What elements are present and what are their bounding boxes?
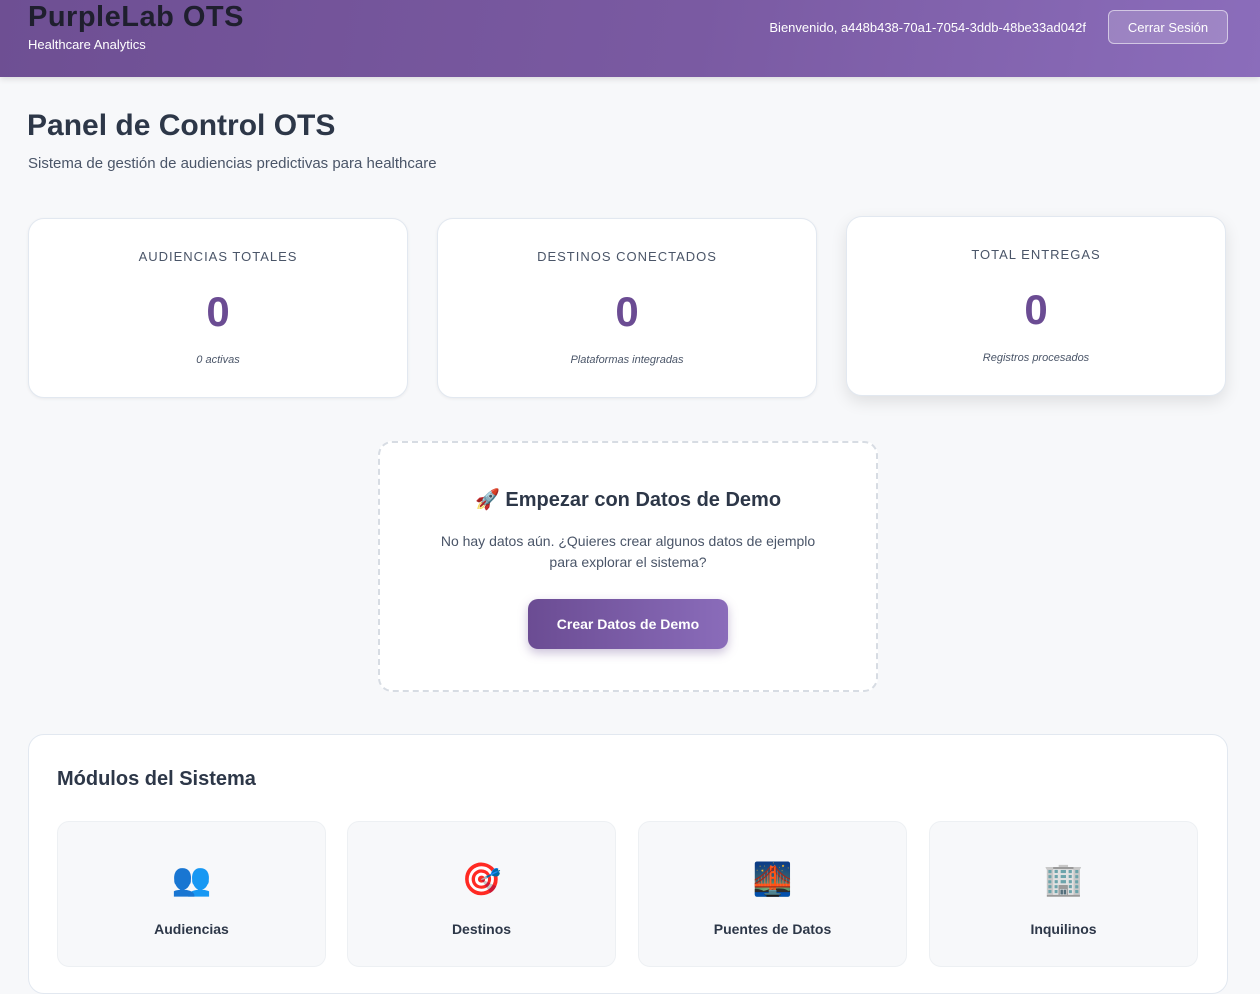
stat-label: AUDIENCIAS TOTALES [138,249,298,264]
target-icon: 🎯 [461,860,502,898]
stat-value: 0 [206,288,230,335]
demo-data-panel: 🚀 Empezar con Datos de Demo No hay datos… [378,441,878,692]
stat-label: DESTINOS CONECTADOS [537,249,717,264]
page-title: Panel de Control OTS [27,109,336,142]
brand-subtitle: Healthcare Analytics [28,37,146,52]
module-card-data-bridges[interactable]: 🌉 Puentes de Datos [638,821,907,967]
stat-value: 0 [615,288,639,335]
building-icon: 🏢 [1043,860,1084,898]
stat-label: TOTAL ENTREGAS [971,247,1101,262]
brand-title: PurpleLab OTS [28,1,244,33]
stat-card-destinations: DESTINOS CONECTADOS 0 Plataformas integr… [437,218,817,398]
stat-note: Plataformas integradas [570,354,684,366]
stat-card-deliveries: TOTAL ENTREGAS 0 Registros procesados [846,216,1226,396]
people-icon: 👥 [171,860,212,898]
module-label: Puentes de Datos [713,921,832,937]
stat-value: 0 [1024,286,1048,333]
demo-title: 🚀 Empezar con Datos de Demo [474,489,782,511]
stat-card-audiences: AUDIENCIAS TOTALES 0 0 activas [28,218,408,398]
module-label: Audiencias [154,921,229,937]
module-label: Inquilinos [1030,921,1097,937]
demo-description: No hay datos aún. ¿Quieres crear algunos… [440,533,816,570]
create-demo-data-button[interactable]: Crear Datos de Demo [528,599,728,649]
module-label: Destinos [451,921,512,937]
bridge-icon: 🌉 [752,860,793,898]
module-card-destinations[interactable]: 🎯 Destinos [347,821,616,967]
stat-note: Registros procesados [982,352,1090,364]
module-card-audiences[interactable]: 👥 Audiencias [57,821,326,967]
top-header: PurpleLab OTS Healthcare Analytics Bienv… [0,0,1260,77]
page-subtitle: Sistema de gestión de audiencias predict… [28,155,437,172]
stat-note: 0 activas [196,354,240,366]
logout-button[interactable]: Cerrar Sesión [1108,10,1228,44]
module-card-tenants[interactable]: 🏢 Inquilinos [929,821,1198,967]
system-modules-panel: Módulos del Sistema 👥 Audiencias 🎯 Desti… [28,734,1228,994]
welcome-text: Bienvenido, a448b438-70a1-7054-3ddb-48be… [769,20,1086,35]
modules-title: Módulos del Sistema [57,768,256,790]
